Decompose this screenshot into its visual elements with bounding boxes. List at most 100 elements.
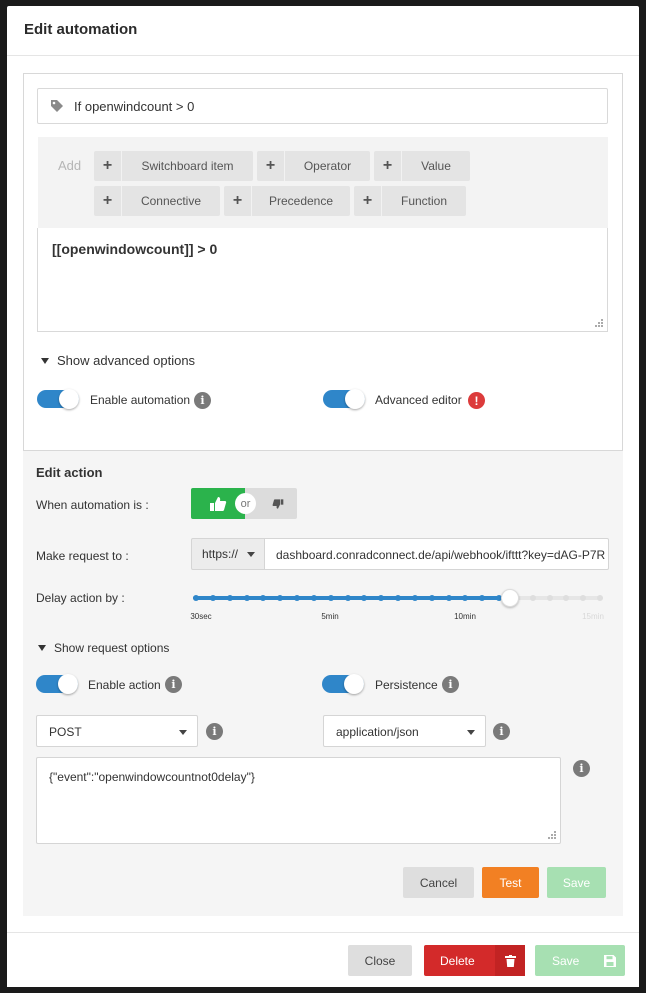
slider-tick-label: 15min [582,612,604,621]
plus-icon: + [94,151,122,181]
delete-button[interactable]: Delete [424,945,525,976]
slider-step-dot [412,595,418,601]
condition-name-text: If openwindcount > 0 [74,99,195,114]
thumbs-down-icon [272,498,284,509]
chevron-down-icon [467,730,475,735]
add-value-button[interactable]: + Value [374,151,470,181]
make-request-label: Make request to : [36,549,129,563]
plus-icon: + [94,186,122,216]
info-icon[interactable]: i [165,676,182,693]
cancel-button[interactable]: Cancel [403,867,474,898]
trigger-state-toggle: or [191,488,297,519]
persistence-switch[interactable] [322,674,364,694]
resize-grip-icon[interactable] [547,830,556,839]
request-body-textarea[interactable]: {"event":"openwindowcountnot0delay"} [36,757,561,844]
scheme-select[interactable]: https:// [191,538,265,570]
slider-tick-label: 5min [321,612,339,621]
modal-footer: Close Delete Save [7,932,639,987]
when-automation-label: When automation is : [36,498,149,512]
add-precedence-button[interactable]: + Precedence [224,186,350,216]
advanced-editor-switch[interactable] [323,389,365,409]
slider-step-dot [361,595,367,601]
chevron-down-icon [247,552,255,557]
slider-step-dot [277,595,283,601]
enable-action-switch[interactable] [36,674,78,694]
button-label: Connective [140,194,202,208]
add-operator-button[interactable]: + Operator [257,151,370,181]
modal-title: Edit automation [24,21,138,38]
slider-step-dot [311,595,317,601]
slider-step-dot [378,595,384,601]
chevron-down-icon [179,730,187,735]
resize-grip-icon[interactable] [594,318,603,327]
floppy-disk-icon [595,945,625,976]
thumbs-up-icon [210,496,227,511]
info-icon[interactable]: i [206,723,223,740]
scheme-value: https:// [202,547,239,561]
expression-builder: Add + Switchboard item + Operator + Valu… [38,137,608,229]
button-label: Value [421,159,451,173]
enable-automation-switch[interactable] [37,389,79,409]
slider-step-dot [244,595,250,601]
button-label: Switchboard item [141,159,234,173]
plus-icon: + [354,186,382,216]
delete-label: Delete [440,953,475,968]
content-type-value: application/json [336,725,419,739]
button-label: Precedence [268,194,334,208]
save-action-button[interactable]: Save [547,867,606,898]
warning-icon[interactable]: ! [468,392,485,409]
expression-editor[interactable]: [[openwindowcount]] > 0 [37,228,608,332]
save-automation-button[interactable]: Save [535,945,625,976]
edit-action-title: Edit action [36,465,103,480]
slider-step-dot [580,595,586,601]
slider-step-dot [597,595,603,601]
test-button[interactable]: Test [482,867,539,898]
slider-step-dot [260,595,266,601]
switch-knob [344,674,364,694]
action-panel: Edit action When automation is : or Make… [23,450,623,916]
modal-header: Edit automation [7,6,639,56]
add-switchboard-item-button[interactable]: + Switchboard item [94,151,253,181]
slider-handle[interactable] [501,589,519,607]
info-icon[interactable]: i [194,392,211,409]
save-label: Save [552,953,580,968]
slider-tick-label: 30sec [190,612,212,621]
expression-text: [[openwindowcount]] > 0 [52,241,218,257]
info-icon[interactable]: i [573,760,590,777]
slider-step-dot [446,595,452,601]
delay-action-label: Delay action by : [36,591,125,605]
http-method-select[interactable]: POST [36,715,198,747]
http-method-value: POST [49,725,82,739]
slider-step-dot [563,595,569,601]
condition-name-input[interactable]: If openwindcount > 0 [37,88,608,124]
button-label: Function [400,194,448,208]
tag-icon [51,100,63,112]
switch-knob [59,389,79,409]
info-icon[interactable]: i [493,723,510,740]
request-body-text: {"event":"openwindowcountnot0delay"} [49,770,255,784]
slider-step-dot [193,595,199,601]
slider-step-dot [395,595,401,601]
show-advanced-options-toggle[interactable]: Show advanced options [41,353,195,368]
plus-icon: + [374,151,402,181]
close-button[interactable]: Close [348,945,412,976]
info-icon[interactable]: i [442,676,459,693]
show-advanced-options-label: Show advanced options [57,353,196,368]
content-type-select[interactable]: application/json [323,715,486,747]
button-label: Operator [303,159,352,173]
plus-icon: + [224,186,252,216]
add-connective-button[interactable]: + Connective [94,186,220,216]
add-function-button[interactable]: + Function [354,186,466,216]
request-url-input[interactable]: dashboard.conradconnect.de/api/webhook/i… [265,538,609,570]
edit-automation-modal: Edit automation If openwindcount > 0 Add… [7,6,639,987]
slider-step-dot [462,595,468,601]
delay-slider[interactable]: 30sec 5min 10min 15min [190,589,604,629]
slider-step-dot [530,595,536,601]
slider-step-dot [328,595,334,601]
add-label: Add [58,158,82,173]
enable-action-label: Enable action [88,678,161,692]
trash-icon [495,945,525,976]
show-request-options-toggle[interactable]: Show request options [38,641,169,655]
slider-step-dot [294,595,300,601]
caret-down-icon [38,645,46,651]
